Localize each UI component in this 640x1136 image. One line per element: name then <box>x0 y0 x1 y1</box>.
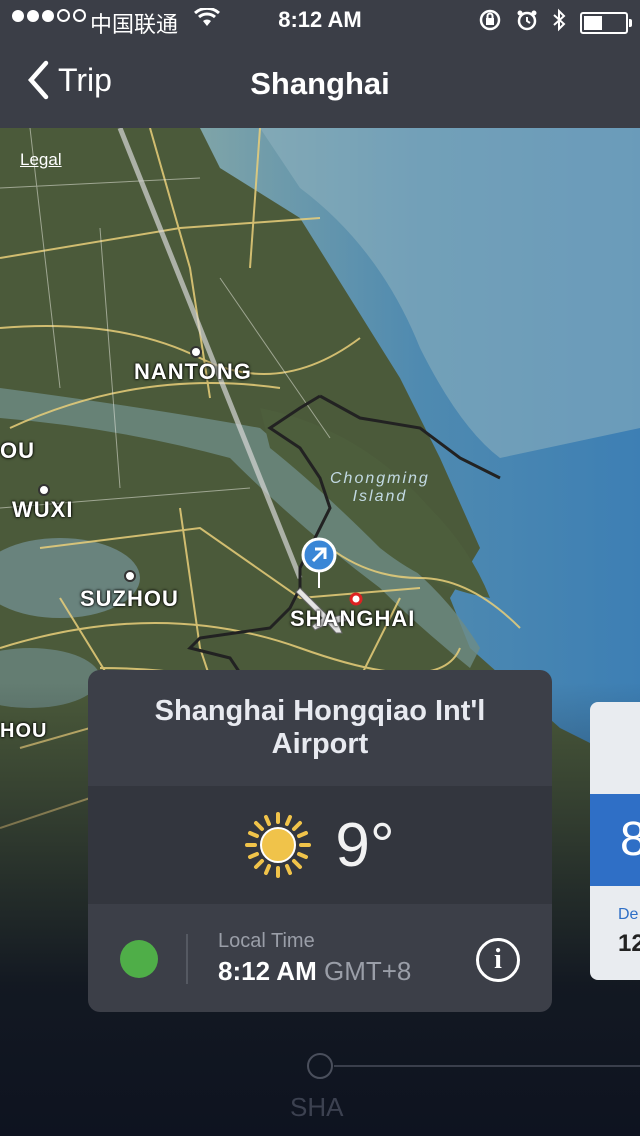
airport-card[interactable]: Shanghai Hongqiao Int'l Airport 9° Local… <box>88 670 552 1012</box>
top-bar: 中国联通 8:12 AM Trip Shanghai <box>0 0 640 128</box>
next-card-digit: 8 <box>620 813 640 866</box>
rotation-lock-icon <box>478 9 502 37</box>
divider <box>186 934 188 984</box>
page-title: Shanghai <box>250 66 390 101</box>
temperature: 9° <box>335 810 395 880</box>
local-time-label: Local Time <box>218 930 315 952</box>
airport-name: Shanghai Hongqiao Int'l Airport <box>154 695 486 760</box>
legal-link[interactable]: Legal <box>20 150 62 170</box>
bluetooth-icon <box>552 8 566 38</box>
local-time-value: 8:12 AM GMT+8 <box>218 956 412 986</box>
timeline-line <box>334 1065 640 1067</box>
timezone: GMT+8 <box>323 956 412 986</box>
airport-code: SHA <box>290 1092 344 1122</box>
city-label-wuxi: WUXI <box>12 497 74 522</box>
sun-icon <box>245 812 312 878</box>
battery-icon <box>580 12 632 34</box>
status-indicator <box>120 940 158 978</box>
next-card-value: 12 <box>618 930 640 957</box>
city-label-ou: OU <box>0 438 35 463</box>
timeline-node[interactable] <box>307 1053 333 1079</box>
alarm-icon <box>516 9 538 37</box>
city-label-nantong: NANTONG <box>134 359 252 384</box>
info-icon[interactable]: i <box>476 938 520 982</box>
next-card-peek[interactable]: 8 De 12 <box>590 702 640 980</box>
city-label-suzhou: SUZHOU <box>80 586 179 611</box>
city-label-hou: HOU <box>0 720 48 742</box>
city-label-shanghai: SHANGHAI <box>290 606 416 631</box>
trip-timeline: SHA <box>0 1040 640 1136</box>
island-label: Chongming Island <box>330 470 430 505</box>
status-bar: 中国联通 8:12 AM <box>0 0 640 40</box>
local-time-row: Local Time 8:12 AM GMT+8 i <box>88 904 552 1012</box>
next-card-label: De <box>618 906 639 923</box>
weather-row: 9° <box>88 786 552 904</box>
